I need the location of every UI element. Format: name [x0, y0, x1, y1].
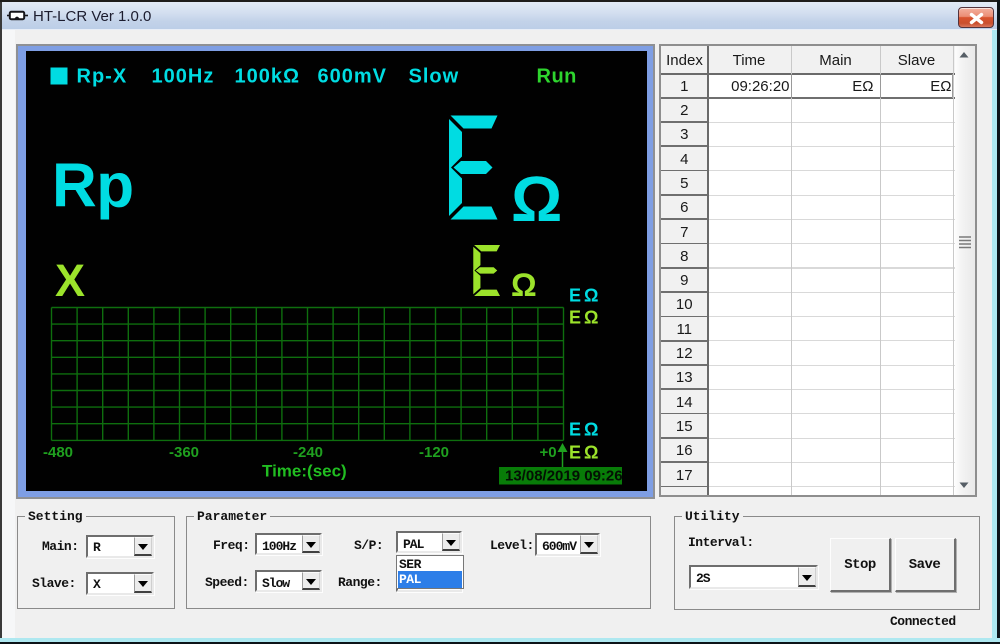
svg-text:Rp: Rp [52, 152, 134, 221]
svg-text:Run: Run [537, 66, 577, 88]
svg-text:-240: -240 [293, 444, 323, 461]
svg-text:EΩ: EΩ [569, 420, 601, 440]
svg-text:+0: +0 [539, 444, 556, 461]
svg-text:Rp-X: Rp-X [77, 66, 128, 88]
svg-text:100Hz: 100Hz [152, 66, 215, 88]
svg-text:-480: -480 [43, 444, 73, 461]
svg-text:EΩ: EΩ [569, 443, 601, 463]
svg-text:100kΩ: 100kΩ [235, 66, 301, 88]
svg-text:EΩ: EΩ [569, 308, 601, 328]
svg-text:600mV: 600mV [318, 66, 388, 88]
svg-text:Ω: Ω [511, 163, 562, 235]
svg-text:-360: -360 [169, 444, 199, 461]
svg-text:X: X [55, 255, 85, 306]
svg-text:EΩ: EΩ [569, 286, 601, 306]
svg-text:-120: -120 [419, 444, 449, 461]
svg-text:Slow: Slow [409, 66, 460, 88]
svg-text:13/08/2019 09:26: 13/08/2019 09:26 [505, 468, 623, 485]
svg-text:Ω: Ω [511, 267, 537, 303]
svg-text:Time:(sec): Time:(sec) [262, 462, 347, 481]
